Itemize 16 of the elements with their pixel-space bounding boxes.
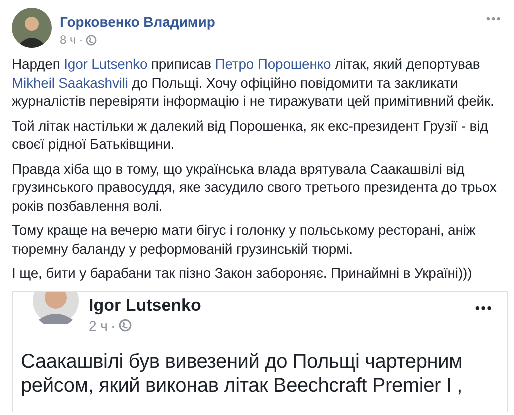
post-paragraph: Правда хіба що в тому, що українська влада врятувала Саакашвілі від грузинського правосуддя, яке засудило свого третього президента до трьох років позбавлення волі. [12,160,498,215]
post-time: 2 ч [89,318,108,334]
profile-link[interactable]: Mikheil Saakashvili [12,74,128,90]
separator: · [79,33,84,47]
post-paragraph: І ще, бити у барабани так пізно Закон забороняє. Принаймні в Україні))) [12,264,474,282]
post-paragraph: Нардеп Igor Lutsenko приписав Петро Порошенко літак, який депортував Mikheil Saakashvili до Польщі. Хочу офіційно повідомити та закликати журналістів перевіряти інформацію і не тиражувати цей примітивний фейк. [12,55,496,110]
profile-link[interactable]: Петро Порошенко [215,56,332,72]
author-name: Igor Lutsenko [89,296,202,316]
separator: · [110,318,116,334]
post-paragraph: Тому краще на вечерю мати бігус і голонку у польському ресторані, аніж тюремну баланду у реформованій грузинській тюрмі. [12,221,477,258]
post-paragraph: Той літак настільки ж далекий від Порошенка, як екс-президент Грузії - від своєї рідної Батьківщини. [12,116,490,154]
author-name[interactable]: Горковенко Владимир [60,14,478,30]
shared-post-text: Саакашвілі був вивезений до Польщі чартерним рейсом, який виконав літак Beechcraft Premier I , [21,350,464,398]
avatar[interactable] [12,8,52,48]
profile-link[interactable]: Igor Lutsenko [64,56,148,72]
more-options-icon: ••• [475,300,493,316]
